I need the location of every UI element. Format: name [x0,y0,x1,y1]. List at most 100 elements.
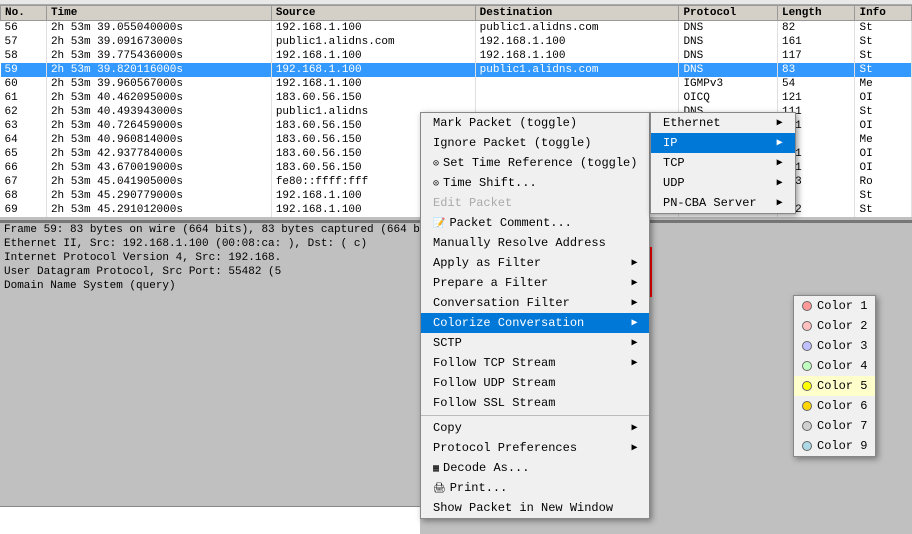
cell-len: 54 [777,77,855,91]
menu-item[interactable]: Apply as Filter▶ [421,253,649,273]
cell-len: 161 [777,35,855,49]
submenu-colorize-item[interactable]: IP▶ [651,133,795,153]
menu-item[interactable]: Mark Packet (toggle) [421,113,649,133]
color-item[interactable]: Color 2 [794,316,875,336]
cell-info: OI [855,119,912,133]
color-label: Color 3 [817,339,867,353]
cell-info: St [855,49,912,63]
menu-item[interactable]: Protocol Preferences ▶ [421,438,649,458]
cell-no: 69 [1,203,47,217]
cell-src: 192.168.1.100 [271,21,475,36]
col-info: Info [855,6,912,21]
menu-item[interactable]: Prepare a Filter▶ [421,273,649,293]
menu-item-label: Conversation Filter [433,296,570,310]
menu-item[interactable]: Manually Resolve Address [421,233,649,253]
cell-dst: public1.alidns.com [475,21,679,36]
submenu-colorize-item[interactable]: TCP▶ [651,153,795,173]
cell-time: 2h 53m 43.670019000s [46,161,271,175]
submenu-colorize-label: TCP [663,156,685,170]
cell-no: 66 [1,161,47,175]
color-label: Color 4 [817,359,867,373]
cell-src: 192.168.1.100 [271,77,475,91]
table-row[interactable]: 59 2h 53m 39.820116000s 192.168.1.100 pu… [1,63,912,77]
submenu-colorize-label: PN-CBA Server [663,196,757,210]
menu-item-label: ⊙Time Shift... [433,176,537,190]
color-dot [802,361,812,371]
menu-item-label: Edit Packet [433,196,512,210]
cell-src: public1.alidns.com [271,35,475,49]
col-proto: Protocol [679,6,778,21]
clock-icon: ⊙ [433,179,439,190]
menu-item[interactable]: 📝Packet Comment... [421,213,649,233]
color-item[interactable]: Color 7 [794,416,875,436]
color-item[interactable]: Color 1 [794,296,875,316]
col-len: Length [777,6,855,21]
submenu-colorize-item[interactable]: Ethernet▶ [651,113,795,133]
menu-item[interactable]: Colorize Conversation▶ [421,313,649,333]
menu-item[interactable]: ⊙Set Time Reference (toggle) [421,153,649,173]
color-label: Color 9 [817,439,867,453]
menu-item[interactable]: ⊙Time Shift... [421,173,649,193]
color-dot [802,301,812,311]
print-icon: 🖨 [433,484,446,495]
submenu-colorize-item[interactable]: PN-CBA Server ▶ [651,193,795,213]
cell-time: 2h 53m 45.041905000s [46,175,271,189]
menu-item[interactable]: Follow TCP Stream▶ [421,353,649,373]
cell-time: 2h 53m 39.091673000s [46,35,271,49]
cell-proto: DNS [679,49,778,63]
submenu-arrow-icon: ▶ [631,422,637,434]
submenu-colorize-label: IP [663,136,677,150]
table-row[interactable]: 57 2h 53m 39.091673000s public1.alidns.c… [1,35,912,49]
menu-item[interactable]: ▦Decode As... [421,458,649,478]
menu-item-label: Protocol Preferences [433,441,577,455]
cell-info: Me [855,77,912,91]
context-menu[interactable]: Mark Packet (toggle)Ignore Packet (toggl… [420,112,650,519]
menu-item[interactable]: Follow SSL Stream [421,393,649,413]
color-item[interactable]: Color 4 [794,356,875,376]
submenu-ip-colors[interactable]: Color 1 Color 2 Color 3 Color 4 Color 5 Color… [793,295,876,457]
color-item[interactable]: Color 3 [794,336,875,356]
submenu-colorize-item[interactable]: UDP▶ [651,173,795,193]
color-dot [802,441,812,451]
menu-item[interactable]: Follow UDP Stream [421,373,649,393]
menu-item[interactable]: Ignore Packet (toggle) [421,133,649,153]
table-row[interactable]: 56 2h 53m 39.055040000s 192.168.1.100 pu… [1,21,912,36]
cell-proto: IGMPv3 [679,77,778,91]
menu-separator [421,415,649,416]
color-label: Color 6 [817,399,867,413]
color-item[interactable]: Color 5 [794,376,875,396]
menu-item-label: Colorize Conversation [433,316,584,330]
submenu-arrow-icon: ▶ [631,297,637,309]
note-icon: 📝 [433,219,445,230]
submenu-arrow-icon: ▶ [631,337,637,349]
cell-info: St [855,203,912,217]
cell-no: 62 [1,105,47,119]
menu-item-label: Prepare a Filter [433,276,548,290]
color-item[interactable]: Color 6 [794,396,875,416]
table-row[interactable]: 60 2h 53m 39.960567000s 192.168.1.100 IG… [1,77,912,91]
menu-item[interactable]: Conversation Filter ▶ [421,293,649,313]
menu-item[interactable]: 🖨Print... [421,478,649,498]
cell-info: OI [855,161,912,175]
col-src: Source [271,6,475,21]
submenu-colorize[interactable]: Ethernet▶IP▶TCP▶UDP▶ PN-CBA Server ▶ [650,112,796,214]
cell-no: 67 [1,175,47,189]
table-row[interactable]: 58 2h 53m 39.775436000s 192.168.1.100 19… [1,49,912,63]
menu-item[interactable]: Show Packet in New Window [421,498,649,518]
submenu-arrow-icon: ▶ [777,197,783,209]
table-row[interactable]: 61 2h 53m 40.462095000s 183.60.56.150 OI… [1,91,912,105]
cell-dst: 192.168.1.100 [475,49,679,63]
cell-no: 59 [1,63,47,77]
color-label: Color 2 [817,319,867,333]
cell-info: OI [855,91,912,105]
cell-dst [475,91,679,105]
color-item[interactable]: Color 9 [794,436,875,456]
submenu-arrow-icon: ▶ [631,257,637,269]
menu-item-label: Follow TCP Stream [433,356,555,370]
cell-len: 117 [777,49,855,63]
menu-item[interactable]: SCTP▶ [421,333,649,353]
cell-info: Ro [855,175,912,189]
menu-item-label: ▦Decode As... [433,461,529,475]
menu-item[interactable]: Copy▶ [421,418,649,438]
submenu-arrow-icon: ▶ [631,442,637,454]
